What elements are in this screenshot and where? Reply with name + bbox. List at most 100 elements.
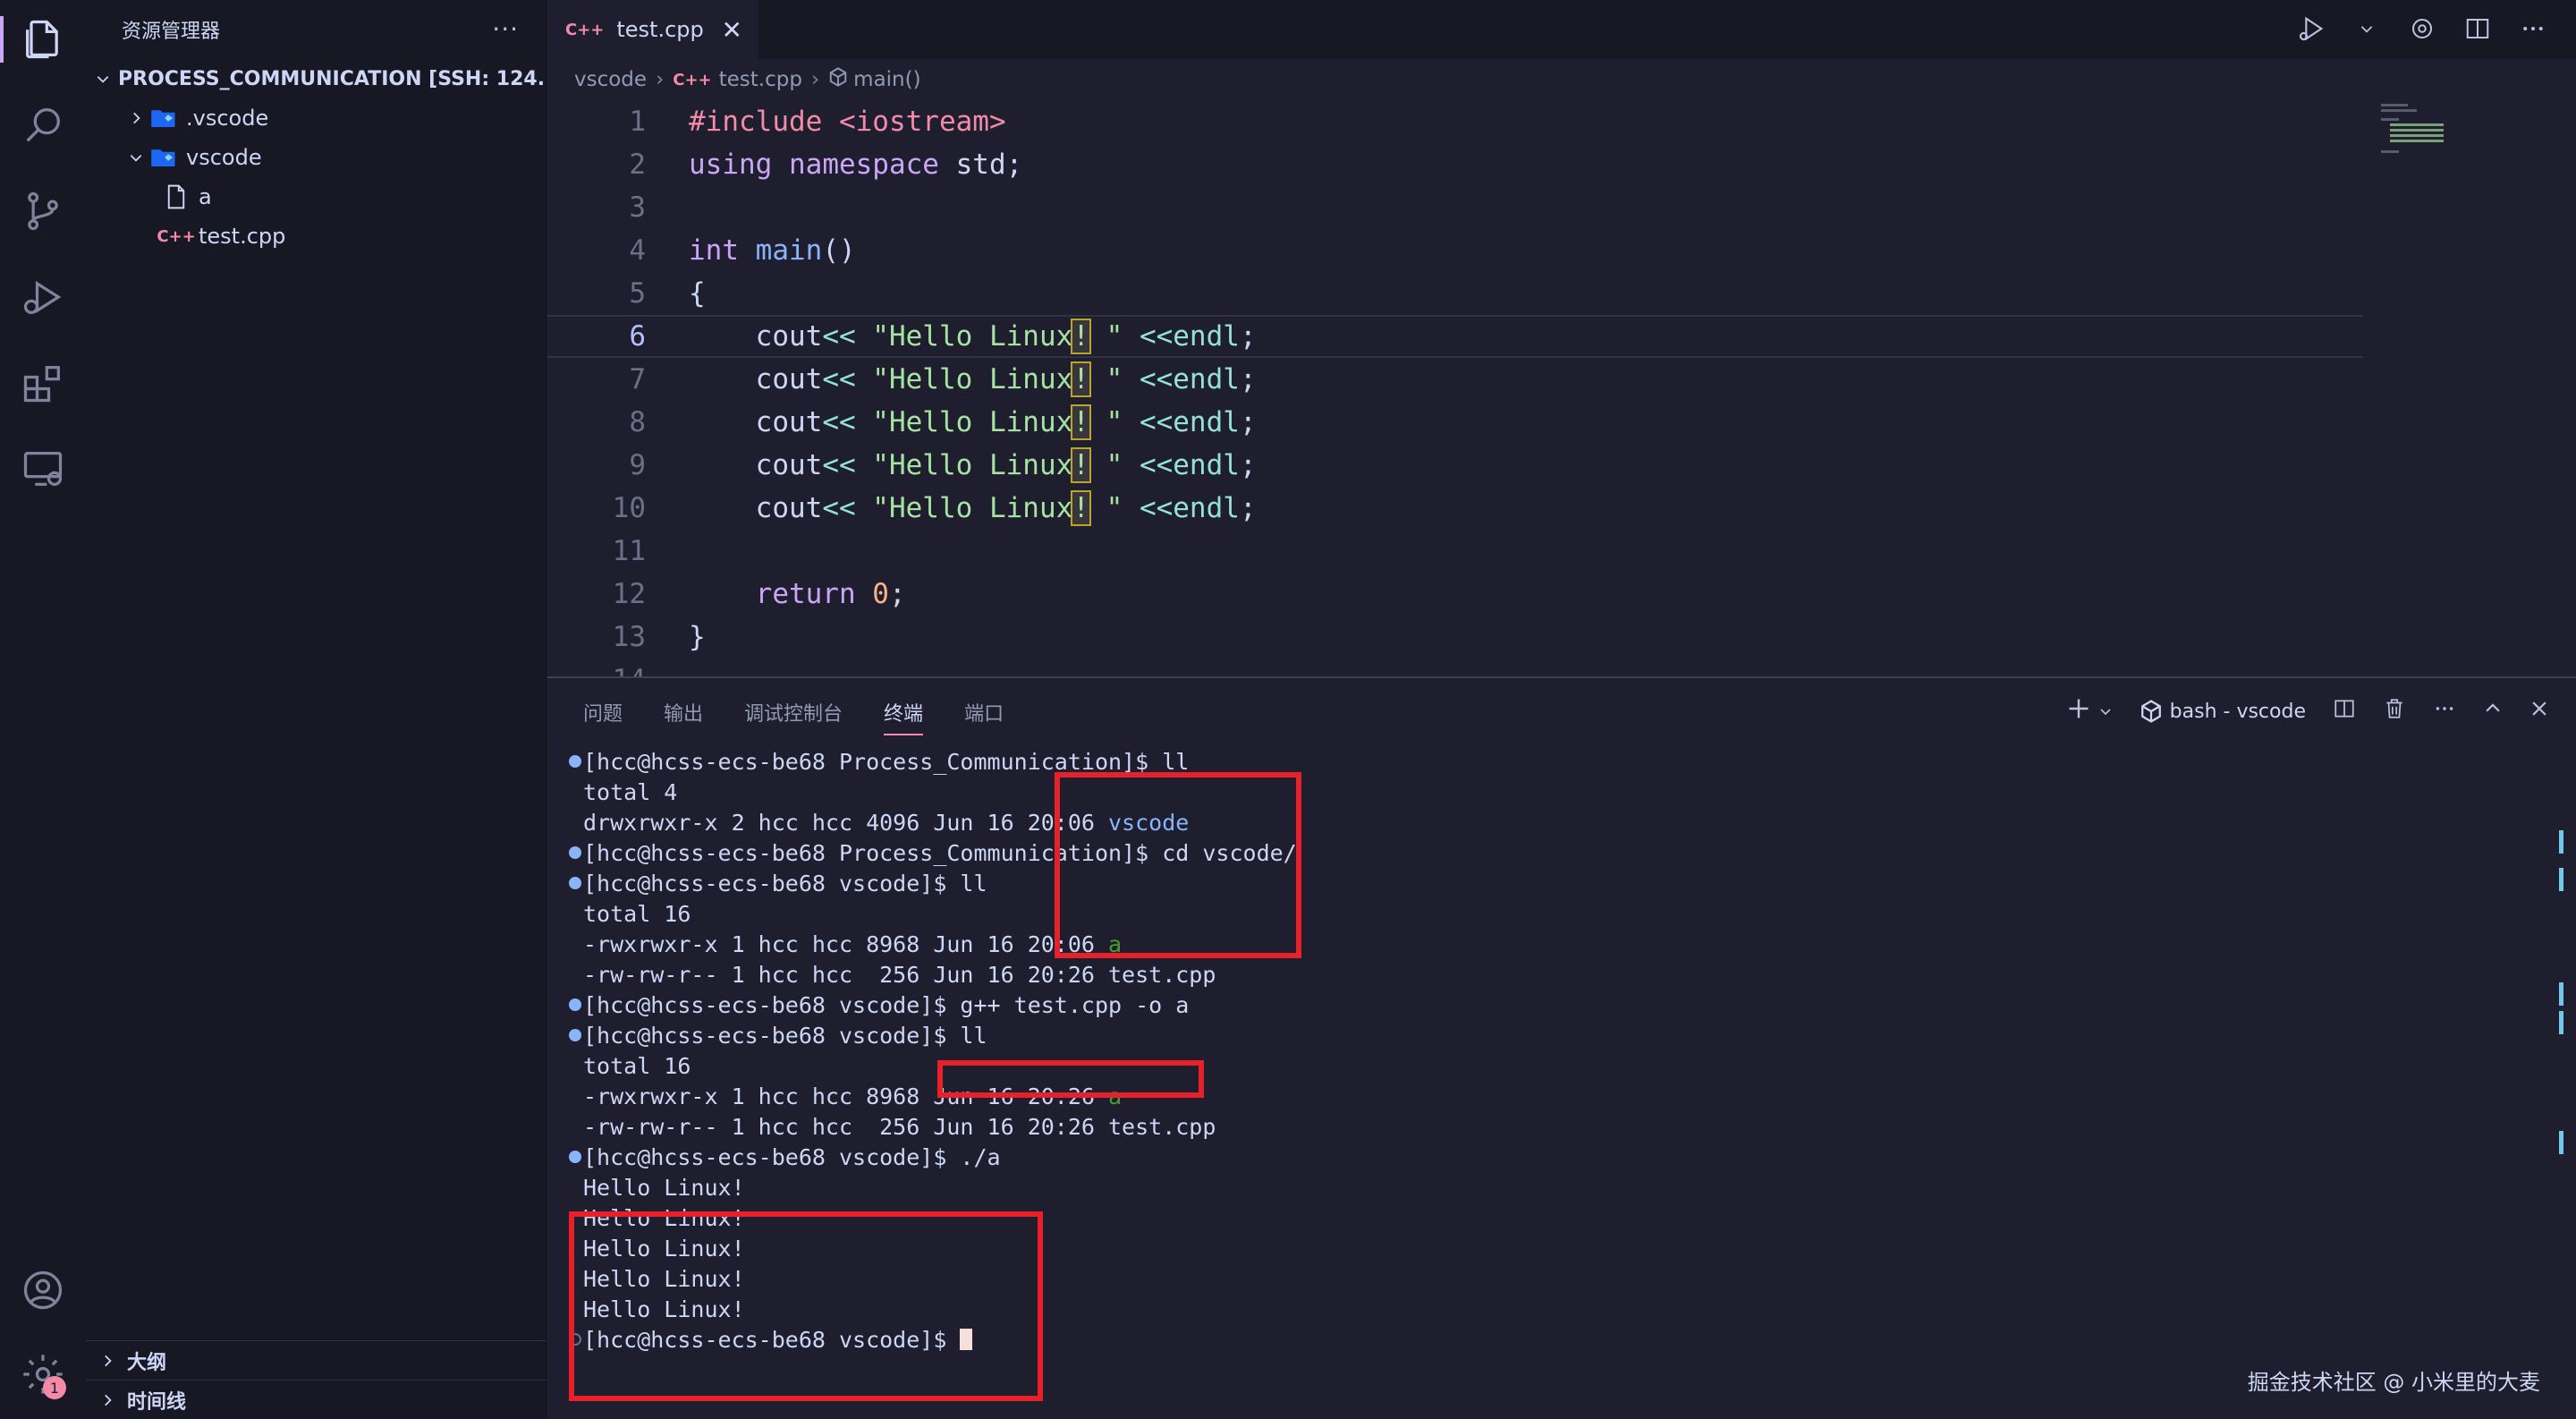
folder-dot-vscode[interactable]: .vscode [86, 98, 546, 138]
code-line: 3 [547, 186, 2363, 229]
code-token: "Hello Linux [855, 449, 1073, 481]
explorer-sidebar: 资源管理器 ··· PROCESS_COMMUNICATION [SSH: 12… [86, 0, 547, 1419]
line-number: 1 [629, 106, 646, 138]
terminal-text: -rw-rw-r-- 1 hcc hcc 256 Jun 16 20:26 te… [583, 1113, 1216, 1140]
annotation-box [1055, 772, 1301, 958]
terminal-text: total 4 [583, 778, 678, 805]
terminal-line: [hcc@hcss-ecs-be68 vscode]$ ./a [569, 1142, 1001, 1172]
bottom-panel: 问题 输出 调试控制台 终端 端口 bash - vscode [hcc@hcs… [547, 676, 2576, 1419]
close-icon[interactable]: ✕ [722, 15, 742, 45]
terminal-text: Hello Linux! [583, 1174, 745, 1201]
line-number: 2 [629, 149, 646, 181]
trash-icon[interactable] [2383, 697, 2406, 726]
fullwidth-char-highlight: ! [1071, 404, 1091, 440]
line-number: 11 [612, 535, 646, 567]
fullwidth-char-highlight: ! [1071, 319, 1091, 354]
code-token: << [822, 492, 856, 524]
search-icon[interactable] [16, 98, 70, 152]
breadcrumb-folder[interactable]: vscode [574, 68, 647, 91]
code-token: ; [1239, 406, 1257, 438]
timeline-section[interactable]: 时间线 [86, 1380, 546, 1419]
code-line: 10 cout<< "Hello Linux! " <<endl; [547, 487, 2363, 530]
terminal-line: -rw-rw-r-- 1 hcc hcc 256 Jun 16 20:26 te… [583, 1111, 1216, 1142]
terminal-shell-selector[interactable]: bash - vscode [2140, 700, 2306, 723]
terminal[interactable]: [hcc@hcss-ecs-be68 Process_Communication… [547, 746, 2515, 1419]
new-terminal-icon[interactable] [2066, 696, 2091, 726]
terminal-line: Hello Linux! [583, 1172, 745, 1202]
chevron-right-icon: › [656, 68, 665, 91]
code-token: <iostream> [822, 106, 1006, 138]
line-number: 3 [629, 191, 646, 224]
remote-explorer-icon[interactable] [16, 442, 70, 496]
code-line: 9 cout<< "Hello Linux! " <<endl; [547, 444, 2363, 487]
more-actions-icon[interactable]: ··· [492, 14, 519, 44]
more-actions-icon[interactable] [2433, 697, 2456, 726]
settings-badge: 1 [43, 1376, 66, 1399]
workspace-root[interactable]: PROCESS_COMMUNICATION [SSH: 124.70.2... [86, 59, 546, 98]
code-token: cout [689, 320, 823, 353]
command-decoration-icon [569, 755, 581, 768]
code-token: << [822, 320, 856, 353]
split-editor-icon[interactable] [2462, 13, 2494, 45]
line-number: 14 [547, 664, 646, 676]
code-line: 12 return 0; [547, 573, 2363, 616]
terminal-line: [hcc@hcss-ecs-be68 vscode]$ g++ test.cpp… [569, 990, 1189, 1020]
code-line: 7 cout<< "Hello Linux! " <<endl; [547, 358, 2363, 401]
chevron-down-icon[interactable] [2351, 13, 2383, 45]
breadcrumb-file[interactable]: test.cpp [719, 68, 802, 91]
close-icon[interactable] [2529, 699, 2549, 724]
tab-problems[interactable]: 问题 [583, 698, 623, 726]
fullwidth-char-highlight: ! [1071, 447, 1091, 483]
tab-output[interactable]: 输出 [664, 698, 703, 726]
more-actions-icon[interactable] [2517, 13, 2549, 45]
account-icon[interactable] [16, 1263, 70, 1317]
tab-ports[interactable]: 端口 [964, 698, 1004, 726]
terminal-text: -rw-rw-r-- 1 hcc hcc 256 Jun 16 20:26 te… [583, 961, 1216, 988]
chevron-right-icon [123, 106, 148, 131]
source-control-icon[interactable] [16, 184, 70, 238]
file-a[interactable]: a [86, 177, 546, 217]
breadcrumb-symbol[interactable]: main() [853, 68, 920, 91]
file-test-cpp[interactable]: C++ test.cpp [86, 217, 546, 256]
code-editor[interactable]: 1 #include <iostream> 2 using namespace … [547, 100, 2576, 676]
minimap[interactable] [2372, 100, 2453, 190]
chevron-down-icon[interactable] [2098, 699, 2113, 724]
gear-icon[interactable] [2406, 13, 2438, 45]
code-token: << [822, 406, 856, 438]
outline-label: 大纲 [127, 1351, 167, 1374]
cpp-file-icon: C++ [157, 226, 196, 246]
terminal-text: drwxrwxr-x 2 hcc hcc 4096 Jun 16 20:06 [583, 809, 1108, 836]
code-line: 5 { [547, 272, 2363, 315]
command-decoration-icon [569, 1029, 581, 1041]
folder-vscode[interactable]: vscode [86, 138, 546, 177]
code-token: #include [689, 106, 823, 138]
terminal-line: total 4 [583, 777, 677, 807]
terminal-text: total 16 [583, 900, 691, 927]
terminal-text: [hcc@hcss-ecs-be68 vscode]$ ./a [583, 1143, 1001, 1170]
code-token: } [689, 621, 706, 653]
explorer-header: 资源管理器 ··· [86, 0, 546, 59]
run-debug-icon[interactable] [16, 270, 70, 324]
run-icon[interactable] [2295, 13, 2327, 45]
tab-terminal[interactable]: 终端 [884, 698, 924, 735]
files-icon[interactable] [0, 13, 70, 66]
code-line: 8 cout<< "Hello Linux! " <<endl; [547, 401, 2363, 444]
code-line: 13 } [547, 616, 2363, 659]
extensions-icon[interactable] [16, 356, 70, 410]
tab-test-cpp[interactable]: C++ test.cpp ✕ [547, 0, 758, 59]
code-line: 4 int main() [547, 229, 2363, 272]
command-decoration-icon [569, 998, 581, 1011]
code-token: cout [689, 406, 823, 438]
settings-gear-icon[interactable]: 1 [16, 1347, 70, 1401]
fullwidth-char-highlight: ! [1071, 490, 1091, 526]
code-token: " [1089, 492, 1123, 524]
terminal-line: -rwxrwxr-x 1 hcc hcc 8968 Jun 16 20:06 a [583, 929, 1122, 959]
tab-debug-console[interactable]: 调试控制台 [744, 698, 843, 726]
code-token: <<endl [1123, 363, 1240, 395]
code-token: " [1089, 449, 1123, 481]
chevron-right-icon: › [810, 68, 820, 91]
chevron-up-icon[interactable] [2483, 699, 2503, 724]
split-terminal-icon[interactable] [2333, 697, 2356, 726]
outline-section[interactable]: 大纲 [86, 1340, 546, 1380]
file-icon [161, 183, 191, 210]
